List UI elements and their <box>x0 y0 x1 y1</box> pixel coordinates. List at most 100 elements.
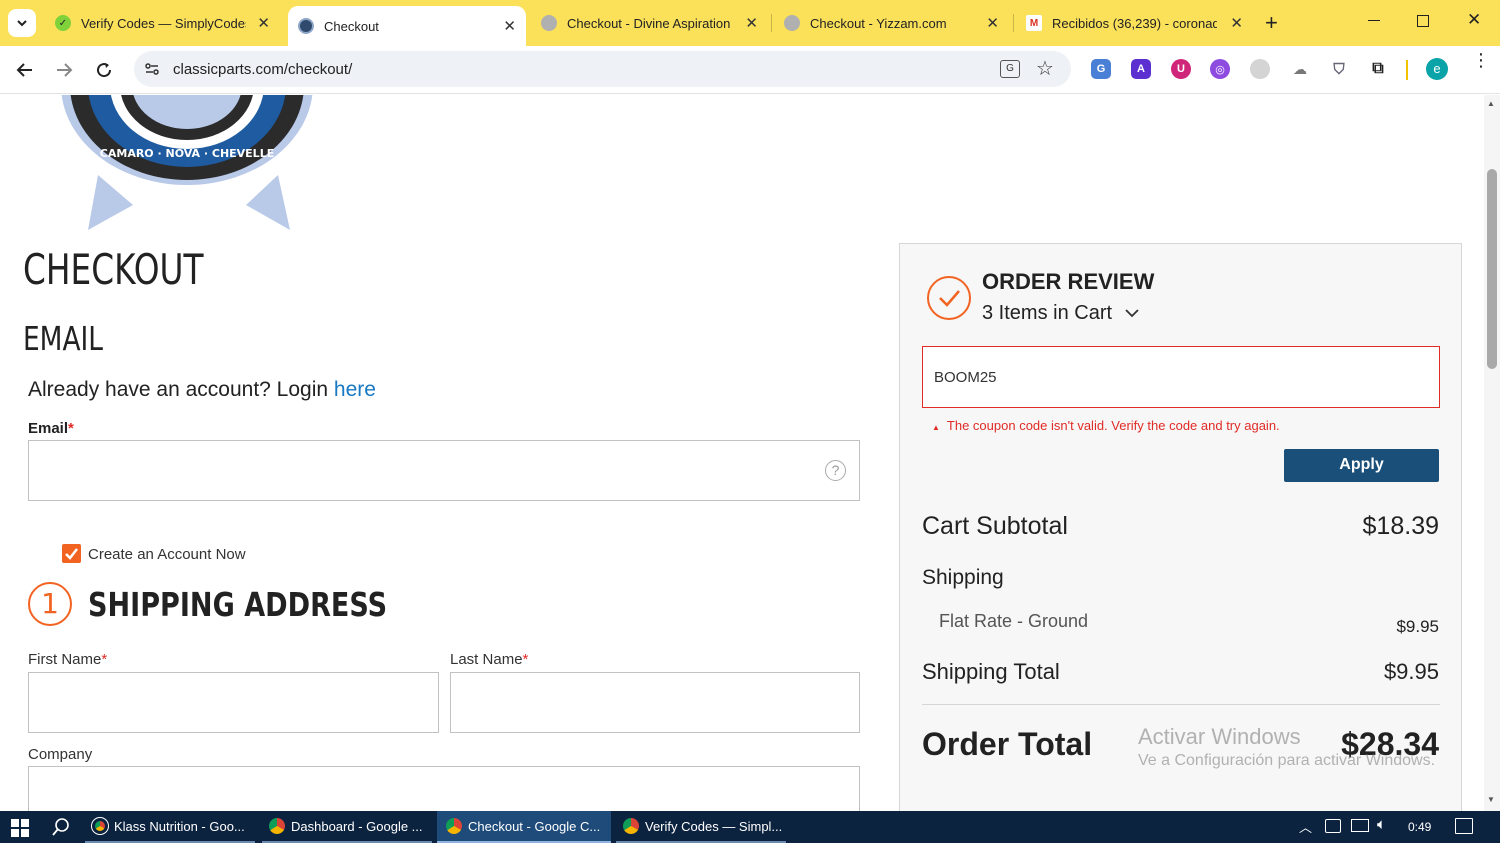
first-name-field[interactable] <box>28 672 439 733</box>
tray-network-icon[interactable] <box>1351 819 1369 832</box>
site-logo[interactable]: CAMARO · NOVA · CHEVELLE <box>58 95 318 235</box>
tab-gmail[interactable]: M Recibidos (36,239) - coronado ✕ <box>1017 6 1253 40</box>
back-button[interactable] <box>13 58 37 82</box>
browser-toolbar: classicparts.com/checkout/ G ☆ G A U ◎ ☁… <box>0 46 1500 94</box>
coupon-code-input[interactable]: BOOM25 <box>922 346 1440 408</box>
shipping-total-label: Shipping Total <box>922 659 1060 684</box>
reload-button[interactable] <box>92 58 116 82</box>
cart-subtotal-label: Cart Subtotal <box>922 512 1068 540</box>
tab-checkout-active[interactable]: Checkout ✕ <box>288 6 526 46</box>
new-tab-button[interactable]: + <box>1265 10 1278 36</box>
bookmark-star-icon[interactable]: ☆ <box>1036 56 1054 81</box>
taskbar-app-checkout[interactable]: Checkout - Google C... <box>437 811 611 843</box>
purple-extension-icon[interactable]: ◎ <box>1210 59 1230 79</box>
arrow-right-icon <box>57 63 73 77</box>
taskbar-app-verify-codes[interactable]: Verify Codes — Simpl... <box>616 811 786 843</box>
tab-divine-aspiration[interactable]: Checkout - Divine Aspiration ✕ <box>532 6 768 40</box>
minimize-button[interactable] <box>1366 12 1382 28</box>
email-field[interactable]: ? <box>28 440 860 501</box>
tab-verify-codes[interactable]: ✓ Verify Codes — SimplyCodes ✕ <box>50 6 280 40</box>
required-asterisk: * <box>68 420 74 437</box>
first-name-label: First Name* <box>28 651 108 668</box>
checkmark-icon <box>65 548 78 560</box>
warning-triangle-icon: ▲ <box>932 423 940 432</box>
font-extension-icon[interactable]: A <box>1131 59 1151 79</box>
coupon-code-value: BOOM25 <box>934 369 997 386</box>
windows-start-icon[interactable] <box>11 819 29 837</box>
shipping-label: Shipping <box>922 566 1004 589</box>
extensions-puzzle-icon[interactable]: ⧉ <box>1368 59 1388 79</box>
tray-volume-icon[interactable]: 🔈︎ <box>1377 816 1386 833</box>
tab-separator <box>771 14 772 32</box>
chevron-down-icon <box>17 20 27 27</box>
more-menu-icon[interactable]: ⋮ <box>1472 51 1490 69</box>
url-text[interactable]: classicparts.com/checkout/ <box>173 61 352 78</box>
close-icon[interactable]: ✕ <box>257 14 270 32</box>
close-window-button[interactable]: ✕ <box>1467 10 1481 30</box>
search-icon[interactable] <box>51 817 71 837</box>
tab-yizzam[interactable]: Checkout - Yizzam.com ✕ <box>775 6 1009 40</box>
shield-extension-icon[interactable]: ⛉ <box>1329 59 1349 79</box>
shipping-step-badge: 1 <box>28 582 72 626</box>
shipping-method-value: $9.95 <box>1396 617 1439 636</box>
site-info-icon[interactable] <box>144 61 160 77</box>
close-icon[interactable]: ✕ <box>1230 14 1243 32</box>
shield-u-extension-icon[interactable]: U <box>1171 59 1191 79</box>
chrome-icon <box>269 818 285 834</box>
profile-avatar[interactable]: e <box>1426 58 1448 80</box>
page-content: CAMARO · NOVA · CHEVELLE CHECKOUT EMAIL … <box>0 95 1484 811</box>
scrollbar-thumb[interactable] <box>1487 169 1497 369</box>
globe-icon <box>784 15 800 31</box>
create-account-checkbox[interactable] <box>62 544 81 563</box>
grey-circle-extension-icon[interactable] <box>1250 59 1270 79</box>
close-icon[interactable]: ✕ <box>503 17 516 35</box>
classicparts-icon <box>298 18 314 34</box>
restore-button[interactable] <box>1417 15 1429 27</box>
apply-button[interactable]: Apply <box>1284 449 1439 482</box>
chevron-down-icon <box>1124 309 1139 318</box>
account-prompt-text: Already have an account? Login <box>28 378 329 401</box>
help-icon[interactable]: ? <box>825 460 846 481</box>
google-translate-extension-icon[interactable]: G <box>1091 59 1111 79</box>
company-field[interactable] <box>28 766 860 811</box>
cart-subtotal-value: $18.39 <box>1362 512 1439 540</box>
tray-chevron-up-icon[interactable]: ︿ <box>1299 817 1312 836</box>
arrow-left-icon <box>16 63 32 77</box>
tray-device-icon[interactable] <box>1325 819 1341 833</box>
order-review-check-icon <box>927 276 971 320</box>
account-prompt: Already have an account? Login here <box>28 378 376 402</box>
create-account-label[interactable]: Create an Account Now <box>88 546 246 563</box>
forward-button[interactable] <box>52 58 76 82</box>
tab-strip: ✓ Verify Codes — SimplyCodes ✕ Checkout … <box>0 0 1500 46</box>
login-link[interactable]: here <box>334 378 376 401</box>
translate-icon[interactable]: G <box>1000 60 1020 78</box>
reload-icon <box>97 63 112 78</box>
divider <box>922 704 1440 705</box>
windows-activation-watermark: Activar Windows Ve a Configuración para … <box>1138 724 1436 769</box>
clock[interactable]: 0:49 <box>1408 820 1431 834</box>
last-name-field[interactable] <box>450 672 860 733</box>
taskbar-app-klass[interactable]: Klass Nutrition - Goo... <box>85 811 255 843</box>
taskbar-app-dashboard[interactable]: Dashboard - Google ... <box>262 811 432 843</box>
logo-ring-text: CAMARO · NOVA · CHEVELLE <box>100 147 274 160</box>
page-scrollbar[interactable]: ▲ ▼ <box>1484 95 1500 811</box>
required-asterisk: * <box>522 651 529 668</box>
items-in-cart-toggle[interactable]: 3 Items in Cart <box>982 302 1140 325</box>
close-icon[interactable]: ✕ <box>986 14 999 32</box>
windows-taskbar: Klass Nutrition - Goo... Dashboard - Goo… <box>0 811 1500 843</box>
order-total-label: Order Total <box>922 726 1093 762</box>
chrome-icon <box>446 818 462 834</box>
address-bar[interactable]: classicparts.com/checkout/ G ☆ <box>134 51 1071 87</box>
scroll-down-arrow[interactable]: ▼ <box>1487 795 1495 804</box>
cloud-extension-icon[interactable]: ☁ <box>1290 59 1310 79</box>
shipping-section-title: SHIPPING ADDRESS <box>88 585 388 624</box>
email-label: Email* <box>28 420 74 437</box>
scroll-up-arrow[interactable]: ▲ <box>1487 99 1495 108</box>
shipping-total-value: $9.95 <box>1383 659 1439 684</box>
chrome-icon <box>91 817 109 835</box>
close-icon[interactable]: ✕ <box>745 14 758 32</box>
tab-search-button[interactable] <box>8 9 36 37</box>
shipping-method: Flat Rate - Ground <box>939 611 1089 631</box>
notifications-icon[interactable] <box>1455 818 1473 834</box>
chrome-icon <box>623 818 639 834</box>
